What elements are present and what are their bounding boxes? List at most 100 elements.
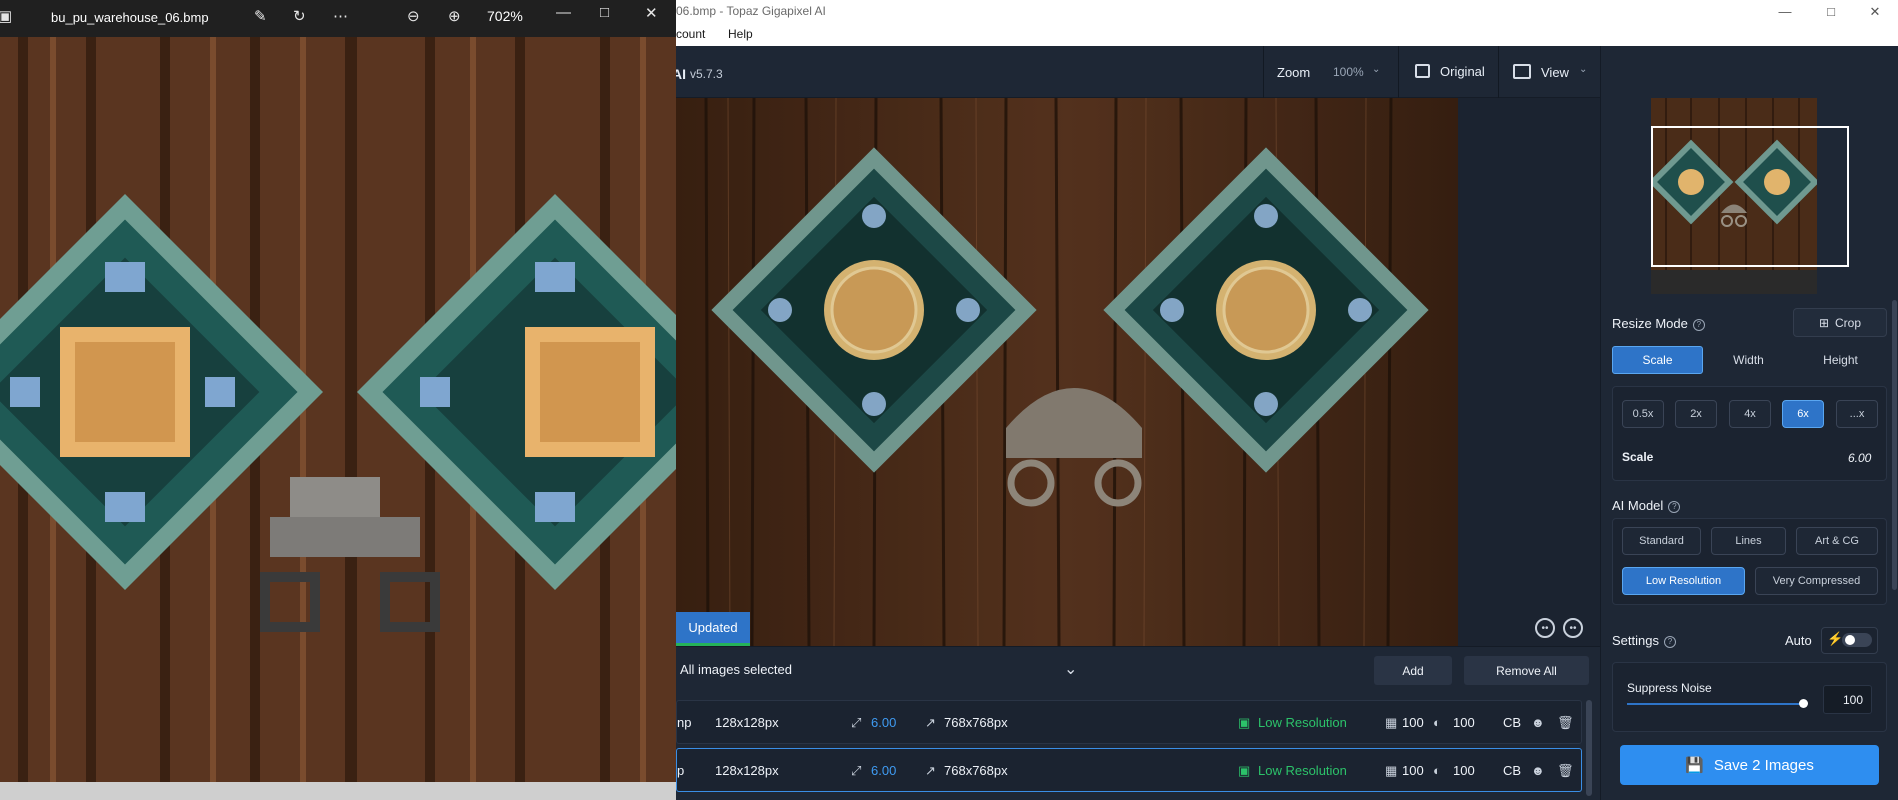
photos-file-name: bu_pu_warehouse_06.bmp xyxy=(51,10,209,25)
row-flag: CB xyxy=(1503,715,1522,730)
minimize-button[interactable]: — xyxy=(1762,0,1808,23)
trash-icon[interactable]: 🗑 xyxy=(1557,763,1574,779)
output-icon: ↗ xyxy=(925,763,936,778)
scale-option-0-5x[interactable]: 0.5x xyxy=(1622,400,1664,428)
model-lines[interactable]: Lines xyxy=(1711,527,1786,555)
neutral-face-icon[interactable]: •• xyxy=(1563,618,1583,638)
smile-icon[interactable]: •• xyxy=(1535,618,1555,638)
edit-image-icon[interactable]: ✎ xyxy=(254,7,267,25)
preview-image[interactable] xyxy=(676,98,1458,646)
menu-account[interactable]: count xyxy=(676,27,705,41)
maximize-icon[interactable]: □ xyxy=(600,4,609,21)
zoom-label: Zoom xyxy=(1277,65,1311,80)
view-icon[interactable] xyxy=(1513,64,1531,79)
view-menu[interactable]: View xyxy=(1541,65,1569,80)
preview-background xyxy=(1458,98,1600,646)
zoom-in-icon[interactable]: ⊕ xyxy=(448,7,461,25)
slider-handle[interactable] xyxy=(1799,699,1808,708)
toggle-knob[interactable] xyxy=(1845,635,1855,645)
scale-option-4x[interactable]: 4x xyxy=(1729,400,1771,428)
selection-status: All images selected xyxy=(680,662,792,677)
tab-scale[interactable]: Scale xyxy=(1612,346,1703,374)
header-divider xyxy=(1263,46,1264,98)
image-list-header xyxy=(676,646,1600,696)
chevron-down-icon[interactable]: ⌄ xyxy=(1372,64,1380,75)
chevron-down-icon[interactable]: ⌄ xyxy=(1579,64,1587,75)
row-input-size: 128x128px xyxy=(715,763,779,778)
tab-height[interactable]: Height xyxy=(1794,346,1887,374)
menu-help[interactable]: Help xyxy=(728,27,753,41)
minimize-icon: — xyxy=(1778,4,1792,19)
blur-icon: ◐ xyxy=(1433,763,1441,778)
close-button[interactable]: ✕ xyxy=(1852,0,1898,23)
save-images-button[interactable]: 💾 Save 2 Images xyxy=(1620,745,1879,785)
image-row[interactable]: p 128x128px ⤢ 6.00 ↗ 768x768px ▣ Low Res… xyxy=(676,748,1582,792)
help-icon[interactable]: ? xyxy=(1692,319,1705,331)
noise-icon: ▦ xyxy=(1385,763,1398,778)
blur-icon: ◐ xyxy=(1433,715,1441,730)
row-file-name: p xyxy=(677,763,685,778)
face-recovery-icon[interactable]: ☻ xyxy=(1531,763,1545,778)
suppress-noise-input[interactable]: 100 xyxy=(1823,685,1872,714)
model-very-compressed[interactable]: Very Compressed xyxy=(1755,567,1878,595)
output-icon: ↗ xyxy=(925,715,936,730)
suppress-noise-label: Suppress Noise xyxy=(1627,681,1712,695)
help-icon[interactable]: ? xyxy=(1668,501,1681,513)
row-model: Low Resolution xyxy=(1258,763,1347,778)
help-icon[interactable]: ? xyxy=(1663,636,1676,648)
model-icon: ▣ xyxy=(1238,715,1251,730)
photos-image[interactable] xyxy=(0,37,676,800)
crop-icon: ⊞ xyxy=(1818,315,1830,330)
add-button[interactable]: Add xyxy=(1374,656,1452,685)
panel-scrollbar[interactable] xyxy=(1892,300,1897,590)
row-input-size: 128x128px xyxy=(715,715,779,730)
suppress-noise-slider[interactable] xyxy=(1627,703,1805,705)
header-divider xyxy=(1498,46,1499,98)
trash-icon[interactable]: 🗑 xyxy=(1557,715,1574,731)
row-blur: 100 xyxy=(1453,715,1475,730)
resize-mode-title: Resize Mode? xyxy=(1612,316,1705,331)
crop-button[interactable]: ⊞ Crop xyxy=(1793,308,1887,337)
list-scrollbar[interactable] xyxy=(1586,700,1592,796)
row-file-name: np xyxy=(677,715,692,730)
navigator-viewport-frame[interactable] xyxy=(1651,126,1849,267)
window-title: 06.bmp - Topaz Gigapixel AI xyxy=(676,4,826,18)
app-version: v5.7.3 xyxy=(690,67,723,81)
tab-width[interactable]: Width xyxy=(1703,346,1794,374)
face-recovery-icon[interactable]: ☻ xyxy=(1531,715,1545,730)
remove-all-button[interactable]: Remove All xyxy=(1464,656,1589,685)
row-noise: 100 xyxy=(1402,763,1424,778)
chevron-down-icon[interactable]: ⌄ xyxy=(1064,659,1077,679)
more-options-icon[interactable]: ⋯ xyxy=(333,7,348,25)
close-icon[interactable]: ✕ xyxy=(645,4,658,22)
photos-titlebar: ▣ bu_pu_warehouse_06.bmp ✎ ↻ ⋯ ⊖ ⊕ 702% … xyxy=(0,0,676,37)
scale-option-custom[interactable]: ...x xyxy=(1836,400,1878,428)
model-low-resolution[interactable]: Low Resolution xyxy=(1622,567,1745,595)
desktop: 06.bmp - Topaz Gigapixel AI — □ ✕ count … xyxy=(0,0,1898,800)
zoom-out-icon[interactable]: ⊖ xyxy=(407,7,420,25)
image-icon[interactable] xyxy=(1415,64,1430,78)
row-output-size: 768x768px xyxy=(944,715,1008,730)
row-model: Low Resolution xyxy=(1258,715,1347,730)
minimize-icon[interactable]: — xyxy=(556,4,571,21)
row-blur: 100 xyxy=(1453,763,1475,778)
pixelated-door-image xyxy=(0,37,676,800)
lightning-icon: ⚡ xyxy=(1827,631,1844,646)
row-scale: 6.00 xyxy=(871,763,897,778)
maximize-button[interactable]: □ xyxy=(1808,0,1854,23)
original-toggle[interactable]: Original xyxy=(1440,64,1485,79)
ai-model-title: AI Model? xyxy=(1612,498,1681,513)
maximize-icon: □ xyxy=(1827,4,1835,19)
scale-value[interactable]: 6.00 xyxy=(1848,451,1871,465)
scale-option-2x[interactable]: 2x xyxy=(1675,400,1717,428)
photos-zoom-level: 702% xyxy=(487,8,523,24)
save-icon: 💾 xyxy=(1685,757,1704,774)
scale-option-6x[interactable]: 6x xyxy=(1782,400,1824,428)
scale-label: Scale xyxy=(1622,450,1654,464)
zoom-select[interactable]: 100% xyxy=(1333,65,1364,79)
image-row[interactable]: np 128x128px ⤢ 6.00 ↗ 768x768px ▣ Low Re… xyxy=(676,700,1582,744)
model-standard[interactable]: Standard xyxy=(1622,527,1701,555)
model-art-cg[interactable]: Art & CG xyxy=(1796,527,1878,555)
row-scale: 6.00 xyxy=(871,715,897,730)
rotate-icon[interactable]: ↻ xyxy=(293,7,306,25)
